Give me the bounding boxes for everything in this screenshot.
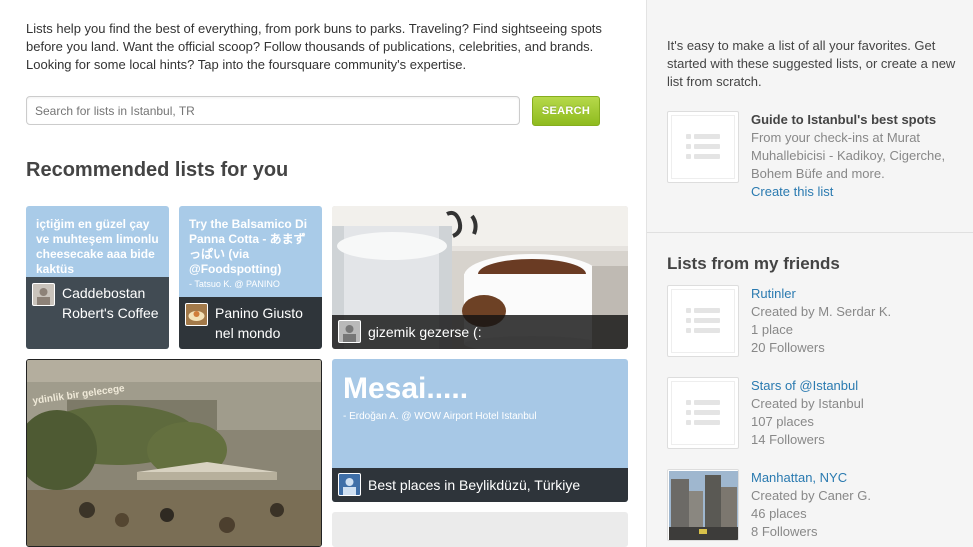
friend-list-creator: Created by Caner G. (751, 488, 871, 503)
sidebar: It's easy to make a list of all your fav… (646, 0, 973, 547)
avatar (338, 320, 361, 343)
avatar (32, 283, 55, 306)
friend-list-places: 46 places (751, 506, 807, 521)
tile-list-name: Caddebostan Robert's Coffee (62, 285, 159, 321)
friend-list-item[interactable]: Stars of @Istanbul Created by Istanbul 1… (667, 377, 957, 457)
suggested-list-title: Guide to Istanbul's best spots (751, 112, 937, 127)
friend-list-name[interactable]: Manhattan, NYC (751, 469, 871, 487)
tile-list-name: Best places in Beylikdüzü, Türkiye (368, 477, 581, 493)
avatar (185, 303, 208, 326)
list-placeholder-icon (667, 111, 739, 183)
manhattan-thumbnail (667, 469, 739, 541)
friend-list-item[interactable]: Manhattan, NYC Created by Caner G. 46 pl… (667, 469, 957, 547)
tile-credit: - Erdoğan A. @ WOW Airport Hotel Istanbu… (343, 411, 537, 422)
list-tile-caddebostan[interactable]: içtiğim en güzel çay ve muhteşem limonlu… (26, 206, 169, 349)
tile-caption-bar: Caddebostan Robert's Coffee (26, 277, 169, 349)
friend-list-item[interactable]: Rutinler Created by M. Serdar K. 1 place… (667, 285, 957, 365)
cafe-photo: ydinlik bir gelecege (27, 360, 321, 546)
friend-list-creator: Created by Istanbul (751, 396, 864, 411)
list-tile-photo[interactable]: ydinlik bir gelecege (26, 359, 322, 547)
list-tile-panino[interactable]: Try the Balsamico Di Panna Cotta - あまずっぱ… (179, 206, 322, 349)
avatar (338, 473, 361, 496)
tile-list-name: Panino Giusto nel mondo (215, 305, 303, 341)
create-list-link[interactable]: Create this list (751, 183, 956, 201)
main-content: Lists help you find the best of everythi… (0, 0, 646, 547)
tile-overlay-text: Try the Balsamico Di Panna Cotta - あまずっぱ… (189, 217, 308, 276)
friend-list-name[interactable]: Rutinler (751, 285, 891, 303)
list-placeholder-icon (667, 377, 739, 449)
friends-lists-title: Lists from my friends (667, 254, 840, 273)
intro-text: Lists help you find the best of everythi… (26, 21, 602, 72)
list-tile-partial[interactable] (332, 512, 628, 547)
tile-caption-bar: Best places in Beylikdüzü, Türkiye (332, 468, 628, 502)
list-tile-gizemik[interactable]: gizemik gezerse (: (332, 206, 628, 349)
tile-overlay-title: Mesai..... (343, 372, 469, 405)
tile-caption-bar: Panino Giusto nel mondo (179, 297, 322, 349)
friend-list-name[interactable]: Stars of @Istanbul (751, 377, 864, 395)
suggested-list-desc: From your check-ins at Murat Muhallebici… (751, 130, 946, 181)
recommended-title: Recommended lists for you (26, 159, 289, 181)
tile-list-name: gizemik gezerse (: (368, 324, 482, 340)
search-button[interactable]: SEARCH (532, 96, 600, 126)
list-tile-beylikduzu[interactable]: Mesai..... - Erdoğan A. @ WOW Airport Ho… (332, 359, 628, 502)
divider (647, 232, 973, 233)
friend-list-followers: 14 Followers (751, 432, 825, 447)
tile-overlay-text: içtiğim en güzel çay ve muhteşem limonlu… (36, 217, 159, 276)
sidebar-intro: It's easy to make a list of all your fav… (667, 38, 956, 89)
friend-list-followers: 20 Followers (751, 340, 825, 355)
friend-list-places: 1 place (751, 322, 793, 337)
list-placeholder-icon (667, 285, 739, 357)
tile-caption-bar: gizemik gezerse (: (332, 315, 628, 349)
tile-credit: - Tatsuo K. @ PANINO (189, 279, 280, 289)
search-input[interactable] (26, 96, 520, 125)
friend-list-followers: 8 Followers (751, 524, 818, 539)
friend-list-places: 107 places (751, 414, 814, 429)
friend-list-creator: Created by M. Serdar K. (751, 304, 892, 319)
